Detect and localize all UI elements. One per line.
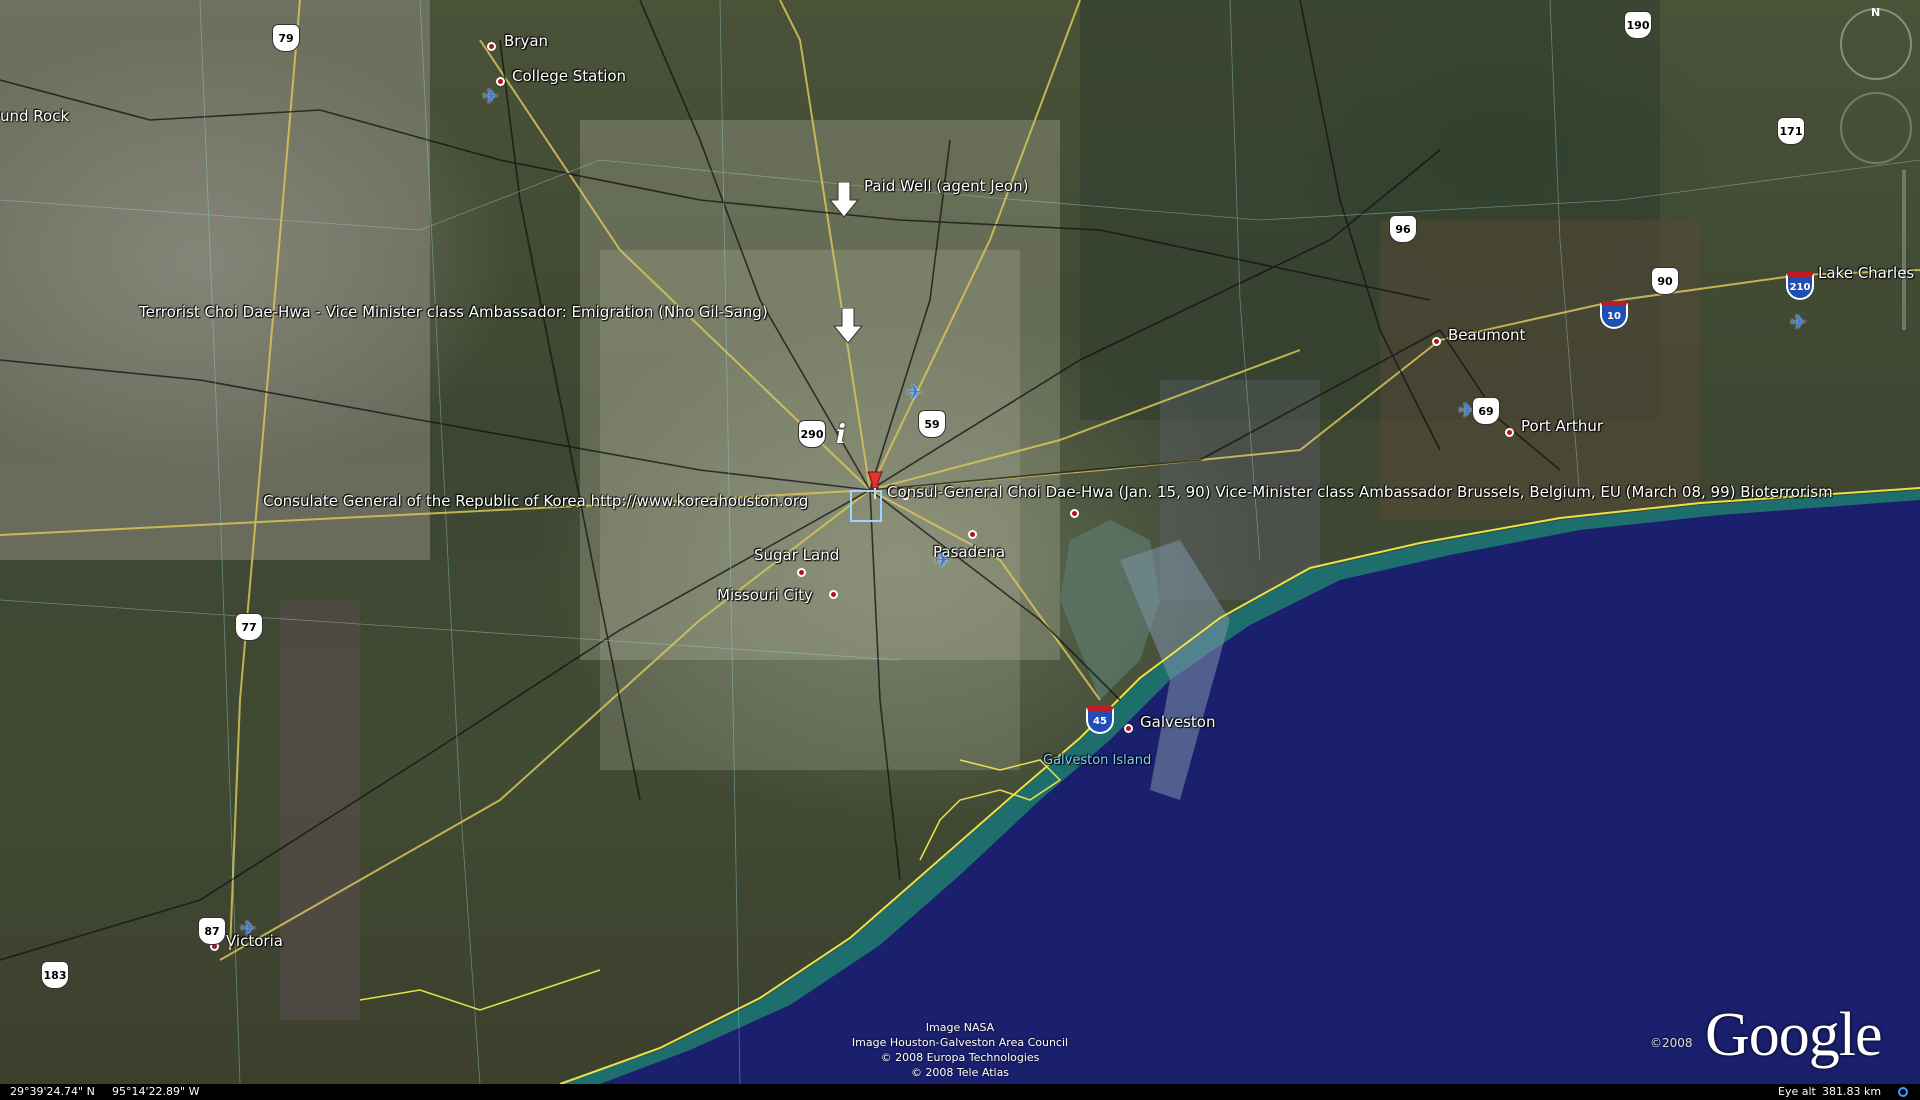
imagery-credits: Image NASA Image Houston-Galveston Area … [0, 1020, 1920, 1080]
arrow-down-placemark-icon[interactable] [829, 182, 859, 218]
map-view[interactable]: Bryan College Station ✈ und Rock Beaumon… [0, 0, 1920, 1100]
placemark-label-terrorist[interactable]: Terrorist Choi Dae-Hwa - Vice Minister c… [139, 303, 768, 321]
eye-alt-value: 381.83 km [1822, 1085, 1882, 1098]
credit-line: Image Houston-Galveston Area Council [851, 1036, 1069, 1049]
longitude-readout: 95°14'22.89" W [112, 1085, 200, 1098]
arrow-down-placemark-icon[interactable] [833, 308, 863, 344]
city-marker[interactable] [1124, 724, 1133, 733]
route-shield: 87 [198, 917, 226, 945]
route-shield: 79 [272, 24, 300, 52]
credit-line: © 2008 Tele Atlas [910, 1066, 1010, 1079]
airport-icon[interactable]: ✈ [934, 548, 951, 572]
airport-icon[interactable]: ✈ [1790, 310, 1807, 334]
route-shield: 183 [41, 961, 69, 989]
placemark-label-consulate[interactable]: Consulate General of the Republic of Kor… [263, 492, 808, 510]
route-shield: 290 [798, 420, 826, 448]
route-shield: 171 [1777, 117, 1805, 145]
place-label-bryan[interactable]: Bryan [504, 32, 548, 50]
place-label-lake-charles[interactable]: Lake Charles [1818, 264, 1914, 282]
selection-box [850, 490, 882, 522]
google-logo: Google [1705, 1001, 1883, 1069]
compass-north-label: N [1871, 6, 1881, 19]
route-shield: 59 [918, 410, 946, 438]
airport-icon[interactable]: ✈ [906, 380, 923, 404]
place-label-galveston[interactable]: Galveston [1140, 713, 1215, 731]
look-joystick[interactable] [1840, 92, 1912, 164]
placemark-marker[interactable] [1070, 509, 1079, 518]
credit-line: © 2008 Europa Technologies [880, 1051, 1040, 1064]
place-label-missouri-city[interactable]: Missouri City [717, 586, 813, 604]
place-label-port-arthur[interactable]: Port Arthur [1521, 417, 1603, 435]
city-marker[interactable] [487, 42, 496, 51]
route-shield: 69 [1472, 397, 1500, 425]
placemark-label-paid-well[interactable]: Paid Well (agent Jeon) [864, 177, 1028, 195]
placemark-label-consul-general[interactable]: Consul-General Choi Dae-Hwa (Jan. 15, 90… [887, 483, 1833, 501]
eye-alt-label: Eye alt [1778, 1085, 1816, 1098]
place-label-galveston-island[interactable]: Galveston Island [1043, 753, 1151, 768]
place-label-sugar-land[interactable]: Sugar Land [754, 546, 839, 564]
route-shield: 90 [1651, 267, 1679, 295]
airport-icon[interactable]: ✈ [240, 916, 257, 940]
city-marker[interactable] [829, 590, 838, 599]
city-marker[interactable] [1505, 428, 1514, 437]
route-shield: 77 [235, 613, 263, 641]
streaming-indicator-icon [1898, 1087, 1908, 1097]
interstate-shield: 45 [1086, 706, 1114, 734]
latitude-readout: 29°39'24.74" N [10, 1085, 95, 1098]
route-shield: 96 [1389, 215, 1417, 243]
copyright-year: ©2008 [1650, 1036, 1693, 1050]
city-marker[interactable] [797, 568, 806, 577]
airport-icon[interactable]: ✈ [482, 84, 499, 108]
zoom-slider[interactable] [1902, 170, 1906, 330]
route-shield: 190 [1624, 11, 1652, 39]
place-label-college-station[interactable]: College Station [512, 67, 626, 85]
place-label-round-rock[interactable]: und Rock [0, 107, 69, 125]
city-marker[interactable] [1432, 337, 1441, 346]
city-marker[interactable] [968, 530, 977, 539]
status-bar: 29°39'24.74" N 95°14'22.89" W Eye alt 38… [0, 1084, 1920, 1100]
place-label-beaumont[interactable]: Beaumont [1448, 326, 1525, 344]
interstate-shield: 210 [1786, 272, 1814, 300]
info-icon[interactable]: i [836, 420, 846, 450]
credit-line: Image NASA [925, 1021, 995, 1034]
interstate-shield: 10 [1600, 301, 1628, 329]
